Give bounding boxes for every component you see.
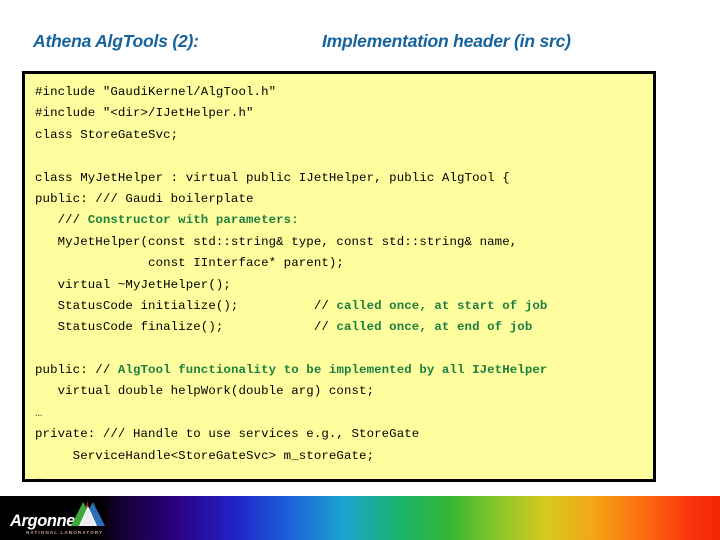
argonne-wordmark: Argonne — [10, 512, 76, 530]
code-block: #include "GaudiKernel/AlgTool.h" #include… — [22, 71, 656, 482]
code-text: #include "<dir>/IJetHelper.h" — [35, 106, 254, 121]
code-line: virtual ~MyJetHelper(); — [35, 275, 651, 296]
code-text: public: /// Gaudi boilerplate — [35, 191, 254, 206]
page-subtitle: Implementation header (in src) — [322, 31, 571, 51]
argonne-subtitle: NATIONAL LABORATORY — [26, 530, 104, 535]
code-comment: called once, at end of job — [336, 320, 533, 335]
code-text: … — [35, 470, 43, 482]
code-text: ServiceHandle<StoreGateSvc> m_storeGate; — [35, 448, 375, 463]
code-text: virtual ~MyJetHelper(); — [35, 277, 231, 292]
code-ellipsis: … — [35, 403, 651, 424]
code-text: #include "GaudiKernel/AlgTool.h" — [35, 85, 277, 99]
code-line: ServiceHandle<StoreGateSvc> m_storeGate; — [35, 446, 651, 467]
code-line: /// Constructor with parameters: — [35, 210, 651, 231]
code-line: const IInterface* parent); — [35, 253, 651, 274]
code-text: … — [35, 405, 43, 420]
code-line: #include "GaudiKernel/AlgTool.h" — [35, 82, 651, 103]
code-line: public: /// Gaudi boilerplate — [35, 189, 651, 210]
slide-header: Athena AlgTools (2): Implementation head… — [0, 28, 720, 58]
code-line: private: /// Handle to use services e.g.… — [35, 424, 651, 445]
code-line: StatusCode initialize(); // called once,… — [35, 296, 651, 317]
code-text: class MyJetHelper : virtual public IJetH… — [35, 170, 510, 185]
code-text: public: // — [35, 363, 118, 378]
code-text: const IInterface* parent); — [35, 256, 344, 271]
code-line: class StoreGateSvc; — [35, 125, 651, 146]
code-text: class StoreGateSvc; — [35, 127, 179, 142]
code-text: virtual double helpWork(double arg) cons… — [35, 384, 375, 399]
code-comment: Constructor with parameters: — [87, 213, 299, 228]
code-line: MyJetHelper(const std::string& type, con… — [35, 232, 651, 253]
argonne-logo: Argonne NATIONAL LABORATORY — [8, 499, 108, 539]
code-line: class MyJetHelper : virtual public IJetH… — [35, 168, 651, 189]
code-text: StatusCode finalize(); // — [35, 320, 337, 335]
code-comment: called once, at start of job — [336, 298, 548, 313]
code-line: #include "<dir>/IJetHelper.h" — [35, 103, 651, 124]
code-lines-container: #include "GaudiKernel/AlgTool.h" #include… — [35, 82, 651, 482]
code-ellipsis: … — [35, 467, 651, 482]
slide-footer: Argonne NATIONAL LABORATORY Peter van Ge… — [0, 496, 720, 540]
code-line: public: // AlgTool functionality to be i… — [35, 360, 651, 381]
code-comment: AlgTool functionality to be implemented … — [117, 363, 548, 378]
argonne-triangle-icon — [71, 501, 105, 526]
code-text: private: /// Handle to use services e.g.… — [35, 427, 420, 442]
page-title: Athena AlgTools (2): — [33, 31, 199, 51]
code-text: MyJetHelper(const std::string& type, con… — [35, 234, 518, 249]
code-text: /// — [35, 213, 88, 228]
code-line: virtual double helpWork(double arg) cons… — [35, 381, 651, 402]
code-line: StatusCode finalize(); // called once, a… — [35, 317, 651, 338]
code-text: StatusCode initialize(); // — [35, 298, 337, 313]
